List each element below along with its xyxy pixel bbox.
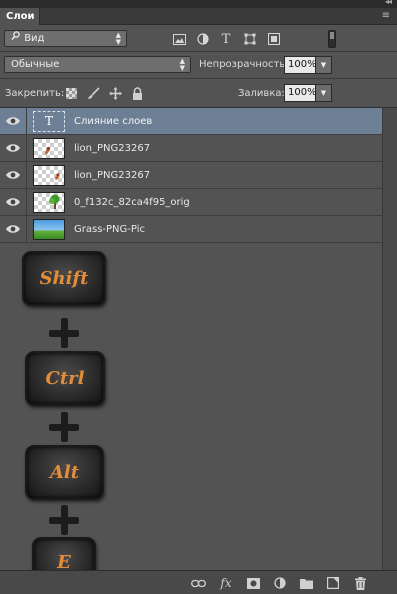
opacity-dropdown-arrow-icon[interactable]: ▼ [316, 56, 332, 74]
blend-mode-select[interactable]: Обычные ▲ ▼ [4, 56, 191, 73]
plus-icon [49, 412, 79, 442]
layer-row[interactable]: 0_f132c_82ca4f95_orig [0, 189, 382, 216]
layers-list: T Слияние слоев lion_PNG23267 lion_PNG23… [0, 108, 382, 243]
chevron-updown-icon: ▲ ▼ [179, 57, 185, 72]
visibility-eye-icon[interactable] [5, 169, 21, 181]
tree-image [49, 194, 60, 209]
key-alt: Alt [25, 445, 104, 500]
panel-menu-icon[interactable]: ≡ [382, 11, 390, 21]
layer-filter-bar: Вид ▲ ▼ T [0, 26, 397, 52]
lock-image-icon[interactable] [86, 86, 100, 100]
collapse-panel-icon[interactable]: ◂◂ [385, 0, 392, 6]
plus-icon [49, 505, 79, 535]
lock-all-icon[interactable] [130, 86, 144, 100]
visibility-eye-icon[interactable] [5, 223, 21, 235]
layer-row[interactable]: T Слияние слоев [0, 108, 382, 135]
chevron-updown-icon: ▲ ▼ [115, 31, 121, 46]
search-icon [11, 31, 21, 46]
layer-thumbnail [33, 138, 65, 159]
panel-tab-row: Слои ≡ [0, 8, 397, 25]
opacity-input[interactable]: 100% [284, 56, 317, 74]
fill-input[interactable]: 100% [284, 84, 317, 102]
lock-transparent-icon[interactable] [64, 86, 78, 100]
filter-toggle-switch[interactable] [328, 30, 336, 48]
layer-row[interactable]: Grass-PNG-Pic [0, 216, 382, 243]
adjustment-filter-icon[interactable] [196, 32, 210, 46]
filter-kind-select[interactable]: Вид ▲ ▼ [4, 30, 127, 47]
smart-object-filter-icon[interactable] [267, 32, 281, 46]
visibility-eye-icon[interactable] [5, 142, 21, 154]
key-shift: Shift [22, 251, 106, 306]
layer-thumbnail [33, 165, 65, 186]
layer-name[interactable]: Grass-PNG-Pic [74, 216, 145, 243]
lion-image [55, 173, 60, 180]
link-layers-icon[interactable] [190, 575, 206, 591]
blend-mode-value: Обычные [11, 59, 60, 70]
layer-name[interactable]: Слияние слоев [74, 108, 152, 135]
blend-options-bar: Обычные ▲ ▼ Непрозрачность: 100% ▼ [0, 52, 397, 79]
fill-dropdown-arrow-icon[interactable]: ▼ [316, 84, 332, 102]
lock-position-icon[interactable] [108, 86, 122, 100]
panel-title-bar: ◂◂ [0, 0, 397, 8]
plus-icon [49, 318, 79, 348]
layer-name[interactable]: lion_PNG23267 [74, 162, 150, 189]
shape-filter-icon[interactable] [243, 32, 257, 46]
visibility-eye-icon[interactable] [5, 196, 21, 208]
layer-name[interactable]: 0_f132c_82ca4f95_orig [74, 189, 190, 216]
adjustment-layer-icon[interactable] [272, 575, 288, 591]
tab-layers[interactable]: Слои [0, 8, 40, 25]
layers-footer-toolbar: fx [0, 570, 397, 594]
image-filter-icon[interactable] [172, 32, 186, 46]
lock-options-bar: Закрепить: Заливка: 100% ▼ [0, 79, 397, 108]
lion-image [45, 146, 51, 155]
fx-icon[interactable]: fx [218, 575, 234, 591]
layer-thumbnail [33, 192, 65, 213]
key-ctrl: Ctrl [25, 351, 105, 406]
layer-row[interactable]: lion_PNG23267 [0, 135, 382, 162]
group-folder-icon[interactable] [298, 575, 314, 591]
lock-label: Закрепить: [5, 88, 65, 99]
delete-trash-icon[interactable] [352, 575, 368, 591]
text-layer-thumbnail: T [33, 111, 65, 132]
filter-kind-value: Вид [24, 33, 45, 44]
opacity-label: Непрозрачность: [199, 59, 289, 70]
layer-row[interactable]: lion_PNG23267 [0, 162, 382, 189]
shortcut-keys-overlay: Shift Ctrl Alt E [0, 246, 120, 587]
new-layer-icon[interactable] [325, 575, 341, 591]
fill-label: Заливка: [238, 88, 285, 99]
type-filter-icon[interactable]: T [219, 32, 233, 47]
layer-thumbnail [33, 219, 65, 240]
layer-name[interactable]: lion_PNG23267 [74, 135, 150, 162]
mask-icon[interactable] [245, 575, 261, 591]
visibility-eye-icon[interactable] [5, 115, 21, 127]
layers-scrollbar[interactable] [382, 108, 397, 570]
